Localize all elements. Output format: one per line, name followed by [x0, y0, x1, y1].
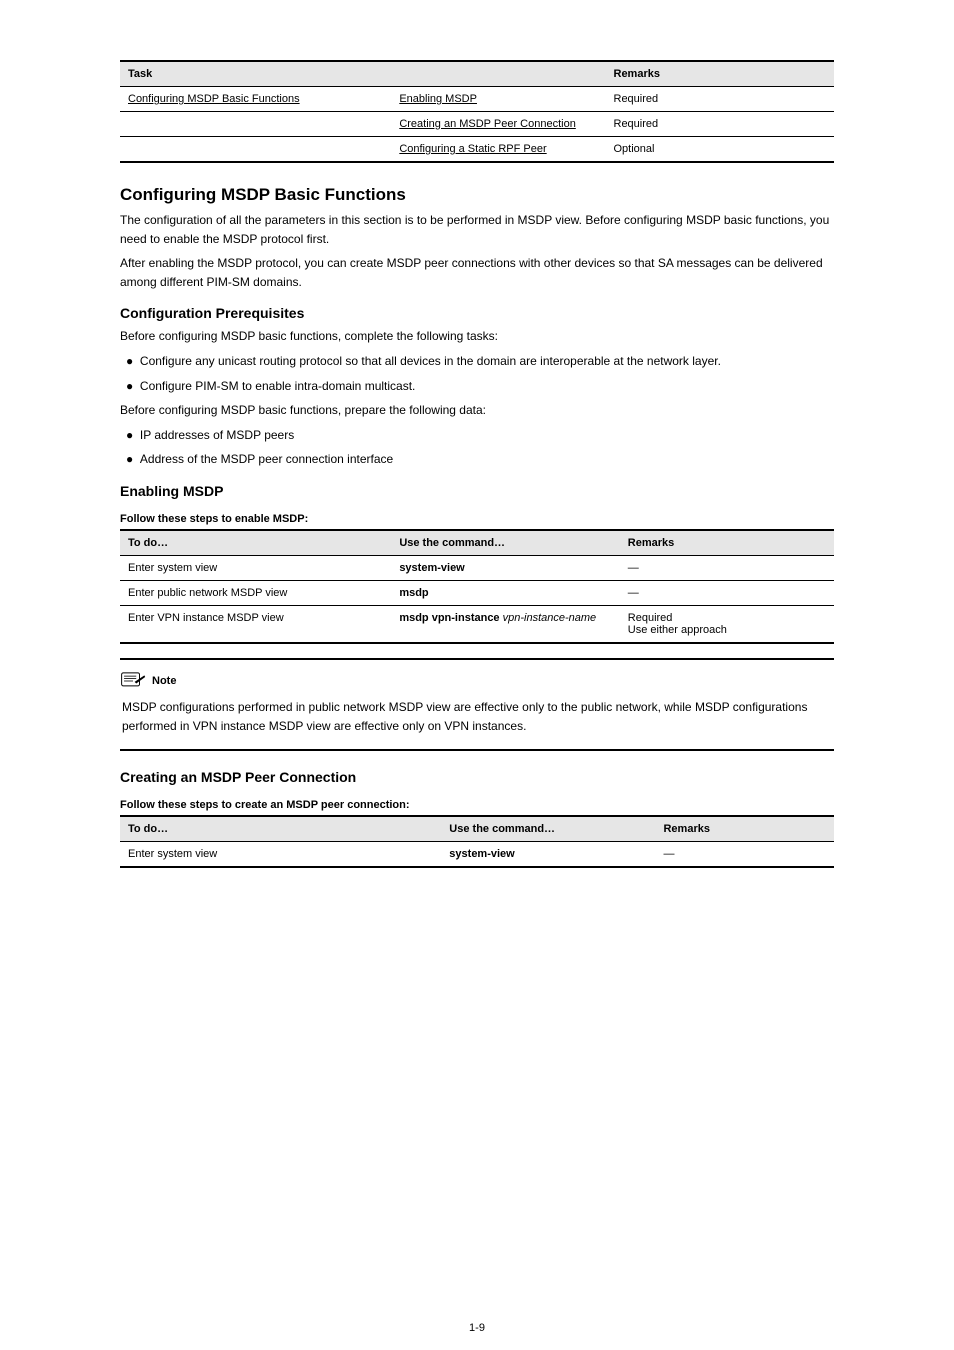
cmd-text: system-view: [449, 848, 514, 860]
th-cmd: Use the command…: [391, 530, 619, 556]
todo-cell: Enter system view: [120, 842, 441, 868]
th-link: Task: [120, 61, 391, 87]
todo-cell: Enter system view: [120, 555, 391, 580]
note-label: Note: [152, 675, 176, 687]
link-cell: Configuring MSDP Basic Functions: [120, 87, 391, 112]
cmd-cell: system-view: [441, 842, 655, 868]
table-row: Configuring a Static RPF Peer Optional: [120, 137, 834, 163]
prereq-heading: Configuration Prerequisites: [120, 305, 834, 321]
cmd-text: msdp: [399, 587, 428, 599]
table1-caption: Follow these steps to enable MSDP:: [120, 513, 834, 525]
cmd-text: msdp vpn-instance: [399, 612, 502, 624]
remarks-cell: —: [620, 580, 834, 605]
enable-msdp-table: To do… Use the command… Remarks Enter sy…: [120, 529, 834, 644]
remarks-text: Required: [628, 612, 673, 624]
bullet-2: ● Configure PIM-SM to enable intra-domai…: [120, 377, 834, 396]
remarks-cell: RequiredUse either approach: [620, 605, 834, 643]
bullet-text: Configure any unicast routing protocol s…: [140, 354, 721, 368]
note-icon: [120, 670, 146, 692]
th-todo: To do…: [120, 816, 441, 842]
cmd-cell: msdp: [391, 580, 619, 605]
todo-cell: Enter public network MSDP view: [120, 580, 391, 605]
bullet-text: Address of the MSDP peer connection inte…: [140, 452, 393, 466]
link-cell: [120, 137, 391, 163]
section-title: Configuring MSDP Basic Functions: [120, 185, 834, 205]
table-row: Enter public network MSDP view msdp —: [120, 580, 834, 605]
cmd-cell: msdp vpn-instance vpn-instance-name: [391, 605, 619, 643]
table-row: Creating an MSDP Peer Connection Require…: [120, 112, 834, 137]
prereq-p2: Before configuring MSDP basic functions,…: [120, 401, 834, 420]
bullet-text: IP addresses of MSDP peers: [140, 428, 294, 442]
th-remarks: Remarks: [655, 816, 834, 842]
remarks-cell: Optional: [606, 137, 835, 163]
remarks-cell: Required: [606, 87, 835, 112]
table-row: Enter system view system-view —: [120, 842, 834, 868]
task-cell: Configuring a Static RPF Peer: [391, 137, 605, 163]
table-row: Enter system view system-view —: [120, 555, 834, 580]
th-remarks: Remarks: [620, 530, 834, 556]
page-number: 1-9: [0, 1322, 954, 1334]
link-cell: [120, 112, 391, 137]
task-link-2[interactable]: Creating an MSDP Peer Connection: [399, 118, 576, 130]
intro-a: The configuration of all the parameters …: [120, 211, 834, 248]
remarks-cell: —: [655, 842, 834, 868]
task-link-1[interactable]: Enabling MSDP: [399, 93, 477, 105]
note-body: MSDP configurations performed in public …: [120, 698, 834, 735]
col-remarks: Remarks: [614, 68, 660, 80]
remarks-cell: —: [620, 555, 834, 580]
remarks-extra: Use either approach: [628, 624, 727, 636]
bullet-1: ● Configure any unicast routing protocol…: [120, 352, 834, 371]
th-task: [391, 61, 605, 87]
intro-b: After enabling the MSDP protocol, you ca…: [120, 254, 834, 291]
table-row: Configuring MSDP Basic Functions Enablin…: [120, 87, 834, 112]
note-box: Note MSDP configurations performed in pu…: [120, 658, 834, 751]
document-page: { "section_title": "Configuring MSDP Bas…: [0, 0, 954, 1350]
task-link[interactable]: Configuring MSDP Basic Functions: [128, 93, 300, 105]
prereq-p1: Before configuring MSDP basic functions,…: [120, 327, 834, 346]
task-cell: Enabling MSDP: [391, 87, 605, 112]
th-remarks: Remarks: [606, 61, 835, 87]
create-peer-table: To do… Use the command… Remarks Enter sy…: [120, 815, 834, 868]
task-link-3[interactable]: Configuring a Static RPF Peer: [399, 143, 546, 155]
remarks-cell: Required: [606, 112, 835, 137]
th-todo: To do…: [120, 530, 391, 556]
todo-cell: Enter VPN instance MSDP view: [120, 605, 391, 643]
task-table: Task Remarks Configuring MSDP Basic Func…: [120, 60, 834, 163]
enable-msdp-heading: Enabling MSDP: [120, 483, 834, 499]
table-row: Enter VPN instance MSDP view msdp vpn-in…: [120, 605, 834, 643]
bullet-4: ● Address of the MSDP peer connection in…: [120, 450, 834, 469]
cmd-text: system-view: [399, 562, 464, 574]
table2-caption: Follow these steps to create an MSDP pee…: [120, 799, 834, 811]
task-cell: Creating an MSDP Peer Connection: [391, 112, 605, 137]
create-peer-heading: Creating an MSDP Peer Connection: [120, 769, 834, 785]
note-head: Note: [120, 670, 834, 692]
cmd-cell: system-view: [391, 555, 619, 580]
col-task: Task: [128, 68, 152, 80]
bullet-3: ● IP addresses of MSDP peers: [120, 426, 834, 445]
th-cmd: Use the command…: [441, 816, 655, 842]
cmd-arg: vpn-instance-name: [503, 612, 597, 624]
bullet-text: Configure PIM-SM to enable intra-domain …: [140, 379, 415, 393]
